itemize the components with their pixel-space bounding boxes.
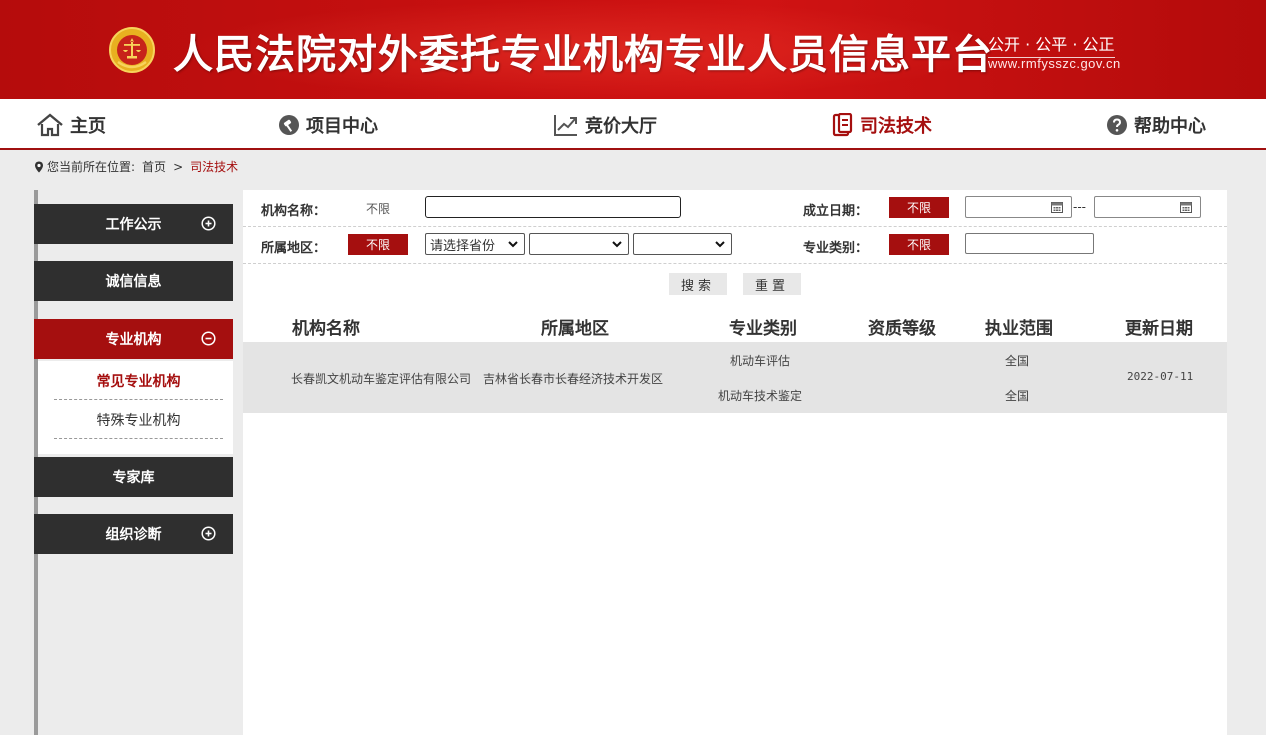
category-label: 专业类别： (803, 241, 869, 256)
cell-category: 机动车技术鉴定 (718, 389, 803, 403)
col-header-category: 专业类别 (729, 319, 797, 339)
found-date-start-input[interactable] (965, 196, 1072, 218)
found-date-end-input[interactable] (1094, 196, 1201, 218)
chevron-down-icon (612, 241, 622, 248)
breadcrumb-current[interactable]: 司法技术 (190, 158, 238, 175)
sidebar-item-work-notice[interactable]: 工作公示 (34, 204, 233, 244)
col-header-updated: 更新日期 (1125, 319, 1193, 339)
nav-item-home[interactable]: 主页 (36, 113, 106, 137)
breadcrumb-prefix: 您当前所在位置: (47, 160, 136, 174)
cell-region: 吉林省长春市长春经济技术开发区 (483, 372, 664, 386)
col-header-org-name: 机构名称 (292, 319, 360, 339)
nav-label-home: 主页 (70, 116, 106, 137)
help-icon (1107, 115, 1127, 135)
col-header-scope: 执业范围 (985, 319, 1053, 339)
filter-divider (243, 226, 1227, 227)
nav-item-projects[interactable]: 项目中心 (278, 113, 378, 137)
cell-scope: 全国 (1005, 354, 1030, 368)
main-nav: 主页 项目中心 竞价大厅 司法技术 帮助中心 (0, 99, 1266, 150)
hammer-icon (279, 115, 299, 135)
org-name-input[interactable] (425, 196, 681, 218)
found-date-any-tag[interactable]: 不限 (889, 197, 949, 218)
district-select[interactable] (633, 233, 732, 255)
cell-updated: 2022-07-11 (1127, 370, 1194, 383)
court-emblem-icon (109, 27, 155, 73)
sidebar-subitem-common-orgs[interactable]: 常见专业机构 (54, 362, 223, 400)
found-date-label: 成立日期： (803, 204, 869, 219)
trend-chart-icon (554, 115, 577, 136)
cell-org-name[interactable]: 长春凯文机动车鉴定评估有限公司 (291, 370, 471, 387)
sidebar-item-credit-info[interactable]: 诚信信息 (34, 261, 233, 301)
sidebar-item-label: 诚信信息 (105, 274, 162, 290)
breadcrumb: 您当前所在位置: 首页 > 司法技术 (34, 158, 238, 175)
filter-divider (243, 263, 1227, 264)
nav-label-judicial-tech: 司法技术 (860, 116, 932, 137)
site-motto: 公开 · 公平 · 公正 (988, 31, 1115, 58)
sidebar-item-professional-orgs[interactable]: 专业机构 (34, 319, 233, 359)
province-select-value: 请选择省份 (430, 238, 496, 254)
collapse-minus-icon (201, 331, 216, 346)
document-icon (832, 113, 853, 137)
expand-plus-icon (201, 216, 216, 231)
sidebar-item-org-diagnosis[interactable]: 组织诊断 (34, 514, 233, 554)
breadcrumb-home[interactable]: 首页 (142, 158, 166, 175)
region-label: 所属地区： (261, 241, 327, 256)
calendar-icon (1180, 202, 1192, 213)
sidebar-item-label: 专家库 (112, 470, 155, 486)
category-any-tag[interactable]: 不限 (889, 234, 949, 255)
col-header-region: 所属地区 (541, 319, 609, 339)
chevron-down-icon (715, 241, 725, 248)
nav-label-help: 帮助中心 (1134, 116, 1206, 137)
nav-label-projects: 项目中心 (306, 116, 378, 137)
nav-item-judicial-tech[interactable]: 司法技术 (832, 113, 932, 137)
expand-plus-icon (201, 526, 216, 541)
site-title: 人民法院对外委托专业机构专业人员信息平台 (173, 32, 993, 78)
calendar-icon (1051, 202, 1063, 213)
search-button[interactable]: 搜索 (669, 273, 727, 295)
reset-button[interactable]: 重置 (743, 273, 801, 295)
breadcrumb-separator: > (173, 159, 184, 174)
cell-category: 机动车评估 (730, 354, 791, 368)
region-any-tag[interactable]: 不限 (348, 234, 408, 255)
col-header-level: 资质等级 (868, 319, 936, 339)
org-name-any[interactable]: 不限 (366, 200, 390, 217)
nav-label-auction: 竞价大厅 (585, 116, 657, 137)
header-banner: 人民法院对外委托专业机构专业人员信息平台 公开 · 公平 · 公正 www.rm… (0, 0, 1266, 99)
nav-item-help[interactable]: 帮助中心 (1106, 113, 1206, 137)
sidebar-subitem-special-orgs[interactable]: 特殊专业机构 (54, 401, 223, 439)
city-select[interactable] (529, 233, 629, 255)
org-name-label: 机构名称： (261, 204, 327, 219)
chevron-down-icon (508, 241, 518, 248)
main-panel: 机构名称： 不限 成立日期： 不限 --- 所属地区： 不限 请选择省份 专业类… (243, 190, 1227, 735)
sidebar-item-expert-pool[interactable]: 专家库 (34, 457, 233, 497)
table-row[interactable]: 长春凯文机动车鉴定评估有限公司 吉林省长春市长春经济技术开发区 机动车评估 机动… (243, 342, 1227, 413)
location-pin-icon (35, 161, 43, 172)
province-select[interactable]: 请选择省份 (425, 233, 525, 255)
site-url: www.rmfysszc.gov.cn (988, 56, 1121, 71)
nav-item-auction[interactable]: 竞价大厅 (553, 113, 657, 137)
cell-scope: 全国 (1005, 389, 1030, 403)
home-icon (37, 113, 63, 137)
category-input[interactable] (965, 233, 1094, 254)
date-separator: --- (1073, 200, 1086, 214)
